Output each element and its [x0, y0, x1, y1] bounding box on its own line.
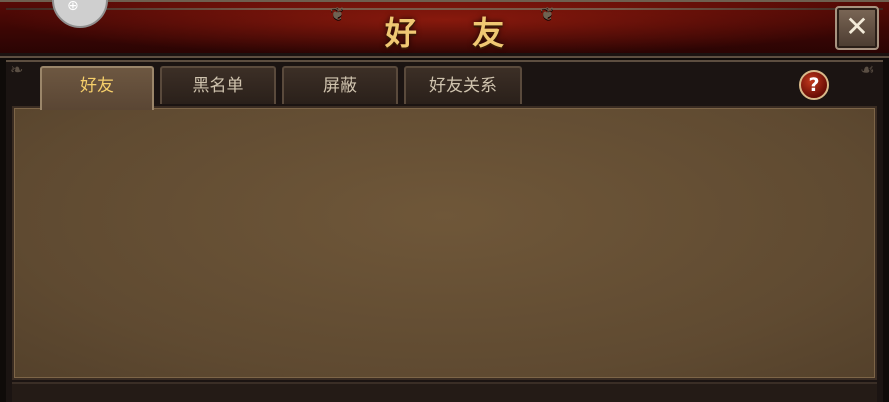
window-title: 好 友 — [384, 14, 527, 52]
frame-corner-right-icon: ☙ — [860, 60, 875, 79]
tab-friends[interactable]: 好友 — [40, 66, 154, 110]
frame-corner-left-icon: ❧ — [10, 60, 24, 79]
close-button[interactable]: ✕ — [835, 6, 879, 50]
help-button[interactable]: ? — [799, 70, 829, 100]
tab-label: 屏蔽 — [323, 76, 357, 96]
friends-list-panel — [12, 106, 877, 380]
tab-blacklist[interactable]: 黑名单 — [160, 66, 276, 104]
tab-blocked[interactable]: 屏蔽 — [282, 66, 398, 104]
avatar-icon: ⊕ — [67, 0, 79, 14]
tab-friend-relations[interactable]: 好友关系 — [404, 66, 522, 104]
tab-label: 好友关系 — [429, 76, 497, 96]
title-bar: ❦ ❦ 好 友 — [0, 0, 889, 58]
bottom-strip — [12, 382, 877, 402]
tab-label: 黑名单 — [192, 76, 244, 96]
close-icon: ✕ — [845, 10, 869, 43]
question-mark-icon: ? — [808, 74, 820, 96]
tab-label: 好友 — [80, 76, 114, 96]
